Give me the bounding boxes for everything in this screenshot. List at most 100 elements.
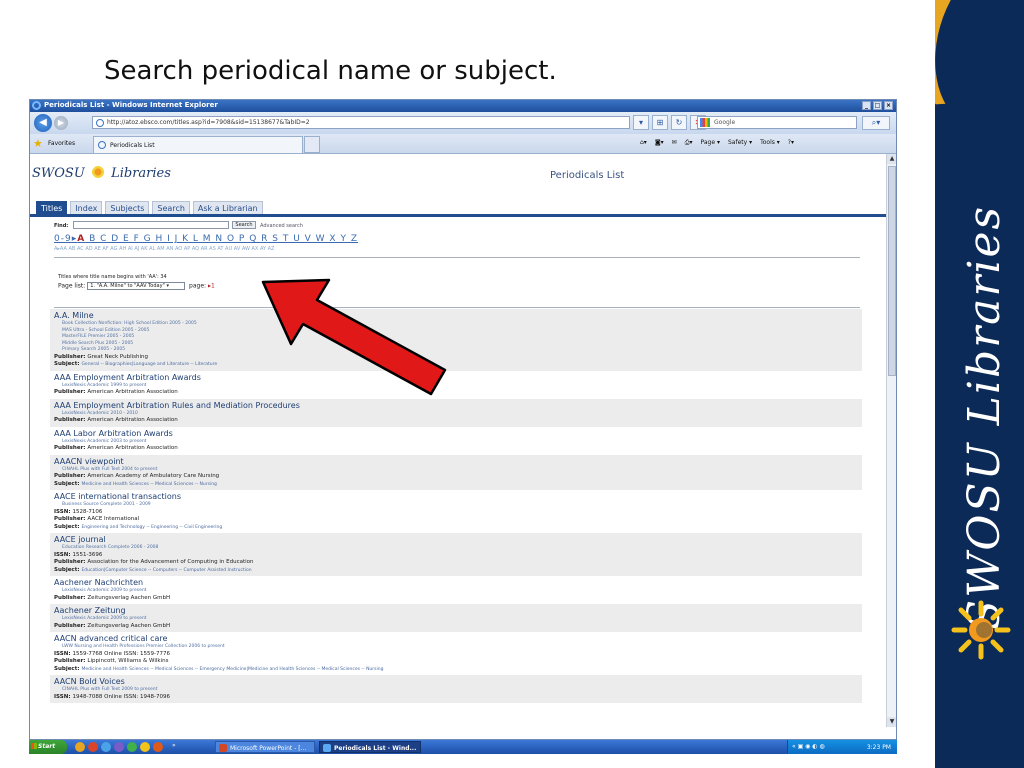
new-tab-button[interactable] xyxy=(304,136,320,153)
list-divider xyxy=(54,307,860,308)
close-icon[interactable]: × xyxy=(884,101,893,110)
record-title[interactable]: Aachener Zeitung xyxy=(54,606,862,616)
record-title[interactable]: A.A. Milne xyxy=(54,311,862,321)
result-record: Aachener Nachrichten LexisNexis Academic … xyxy=(50,576,862,604)
letter-0-9[interactable]: 0-9 xyxy=(54,234,72,244)
start-label: Start xyxy=(38,743,56,750)
home-icon[interactable]: ⌂▾ xyxy=(640,139,647,147)
browser-window: Periodicals List - Windows Internet Expl… xyxy=(29,99,897,740)
page-title: Periodicals List xyxy=(550,170,625,181)
find-input[interactable] xyxy=(73,221,229,229)
scroll-down-icon[interactable]: ▼ xyxy=(887,717,896,727)
search-input[interactable]: Google xyxy=(697,116,857,129)
site-header: SWOSU Libraries Periodicals List xyxy=(30,154,886,198)
record-issn: ISSN: 1559-7768 Online ISSN: 1559-7776 xyxy=(54,650,170,657)
advanced-search-link[interactable]: Advanced search xyxy=(260,223,303,229)
taskbar-powerpoint[interactable]: Microsoft PowerPoint - [... xyxy=(215,741,315,753)
taskbar-chevron[interactable]: » xyxy=(172,742,176,752)
record-title[interactable]: AACE international transactions xyxy=(54,492,862,502)
record-publisher: Publisher: American Arbitration Associat… xyxy=(54,417,178,423)
quicklaunch-icon[interactable] xyxy=(75,742,85,752)
mail-icon[interactable]: ✉ xyxy=(672,139,677,147)
task-ppt-label: Microsoft PowerPoint - [... xyxy=(230,745,307,752)
record-publisher: Publisher: Great Neck Publishing xyxy=(54,353,149,360)
result-record: AAA Employment Arbitration Rules and Med… xyxy=(50,398,862,427)
quick-launch: » xyxy=(75,742,176,752)
record-title[interactable]: AAA Employment Arbitration Awards xyxy=(54,373,862,383)
favorites-label[interactable]: Favorites xyxy=(48,140,75,147)
google-icon xyxy=(700,118,710,127)
compatibility-icon[interactable]: ⊞ xyxy=(652,115,668,130)
letter-active[interactable]: A xyxy=(77,234,85,244)
page-list-value: 1. "A.A. Milne" to "AAV Today" xyxy=(90,283,165,289)
refresh-icon[interactable]: ↻ xyxy=(671,115,687,130)
favorites-star-icon[interactable]: ★ xyxy=(33,137,43,150)
results-list: A.A. Milne Book Collection Nonfiction: Hi… xyxy=(50,309,862,703)
taskbar-internet-explorer[interactable]: Periodicals List - Wind... xyxy=(319,741,421,753)
command-page[interactable]: Page ▾ xyxy=(701,139,720,147)
record-title[interactable]: AAACN viewpoint xyxy=(54,457,862,467)
start-button[interactable]: Start xyxy=(29,740,67,754)
record-publisher: Publisher: Association for the Advanceme… xyxy=(54,559,254,565)
help-icon[interactable]: ?▾ xyxy=(788,139,794,147)
result-record: AAA Labor Arbitration Awards LexisNexis A… xyxy=(50,427,862,455)
address-bar: ◀ ▶ http://atoz.ebsco.com/titles.asp?id=… xyxy=(30,112,896,134)
titles-count: Titles where title name begins with 'AA'… xyxy=(58,274,167,280)
site-logo[interactable]: SWOSU Libraries xyxy=(32,165,171,181)
command-tools[interactable]: Tools ▾ xyxy=(760,139,780,147)
find-divider xyxy=(54,257,860,258)
record-title[interactable]: Aachener Nachrichten xyxy=(54,578,862,588)
record-title[interactable]: AACN Bold Voices xyxy=(54,677,862,687)
back-button[interactable]: ◀ xyxy=(34,114,52,132)
record-publisher: Publisher: Lippincott, Williams & Wilkin… xyxy=(54,658,169,664)
record-title[interactable]: AACE journal xyxy=(54,535,862,545)
url-text: http://atoz.ebsco.com/titles.asp?id=7908… xyxy=(107,119,310,126)
find-search-button[interactable]: Search xyxy=(232,221,256,229)
ie-icon xyxy=(32,101,41,110)
maximize-icon[interactable]: □ xyxy=(873,101,882,110)
logo-left: SWOSU xyxy=(32,166,85,181)
task-ie-label: Periodicals List - Wind... xyxy=(334,745,417,752)
letters-rest[interactable]: B C D E F G H I J K L M N O P Q R S T U … xyxy=(89,234,358,244)
command-safety[interactable]: Safety ▾ xyxy=(728,139,752,147)
scroll-up-icon[interactable]: ▲ xyxy=(887,154,896,164)
page-icon xyxy=(96,119,104,127)
scrollbar[interactable]: ▲ ▼ xyxy=(886,154,896,727)
url-input[interactable]: http://atoz.ebsco.com/titles.asp?id=7908… xyxy=(92,116,630,129)
web-page: SWOSU Libraries Periodicals List Titles … xyxy=(30,154,886,727)
page-list: Page list: 1. "A.A. Milne" to "AAV Today… xyxy=(58,282,215,290)
quicklaunch-icon[interactable] xyxy=(101,742,111,752)
print-icon[interactable]: ⎙▾ xyxy=(685,139,693,147)
scroll-thumb[interactable] xyxy=(888,166,896,376)
quicklaunch-icon[interactable] xyxy=(153,742,163,752)
tray-icons[interactable]: « ▣ ◉ ◐ ◍ xyxy=(792,743,825,750)
logo-right: Libraries xyxy=(111,166,171,181)
result-record: Aachener Zeitung LexisNexis Academic 2009… xyxy=(50,604,862,632)
minimize-icon[interactable]: _ xyxy=(862,101,871,110)
sun-logo-icon xyxy=(951,600,1011,660)
forward-button[interactable]: ▶ xyxy=(54,116,68,130)
quicklaunch-icon[interactable] xyxy=(127,742,137,752)
record-publisher: Publisher: Zeitungsverlag Aachen GmbH xyxy=(54,594,171,601)
record-title[interactable]: AAA Employment Arbitration Rules and Med… xyxy=(54,401,862,411)
browser-tab[interactable]: Periodicals List xyxy=(93,136,303,153)
quicklaunch-icon[interactable] xyxy=(114,742,124,752)
result-record: AACE journal Education Research Complete … xyxy=(50,533,862,576)
page-number[interactable]: ▸1 xyxy=(208,283,215,290)
tab-ie-icon xyxy=(98,141,106,149)
record-issn: ISSN: 1551-3696 xyxy=(54,551,103,558)
result-record: AACN Bold Voices CINAHL Plus with Full Te… xyxy=(50,675,862,703)
tray-clock: 3:23 PM xyxy=(866,744,891,751)
dropdown-icon[interactable]: ▾ xyxy=(633,115,649,130)
record-title[interactable]: AAA Labor Arbitration Awards xyxy=(54,429,862,439)
page-list-label: Page list: xyxy=(58,282,86,290)
quicklaunch-icon[interactable] xyxy=(140,742,150,752)
feeds-icon[interactable]: ◙▾ xyxy=(655,139,664,147)
search-button[interactable]: ⌕▾ xyxy=(862,116,890,130)
page-list-select[interactable]: 1. "A.A. Milne" to "AAV Today" ▾ xyxy=(87,282,186,290)
find-label: Find: xyxy=(54,223,69,229)
search-placeholder: Google xyxy=(714,119,736,126)
subletter-index[interactable]: A▸AA AB AC AD AE AF AG AH AI AJ AK AL AM… xyxy=(54,246,274,252)
record-title[interactable]: AACN advanced critical care xyxy=(54,634,862,644)
quicklaunch-icon[interactable] xyxy=(88,742,98,752)
